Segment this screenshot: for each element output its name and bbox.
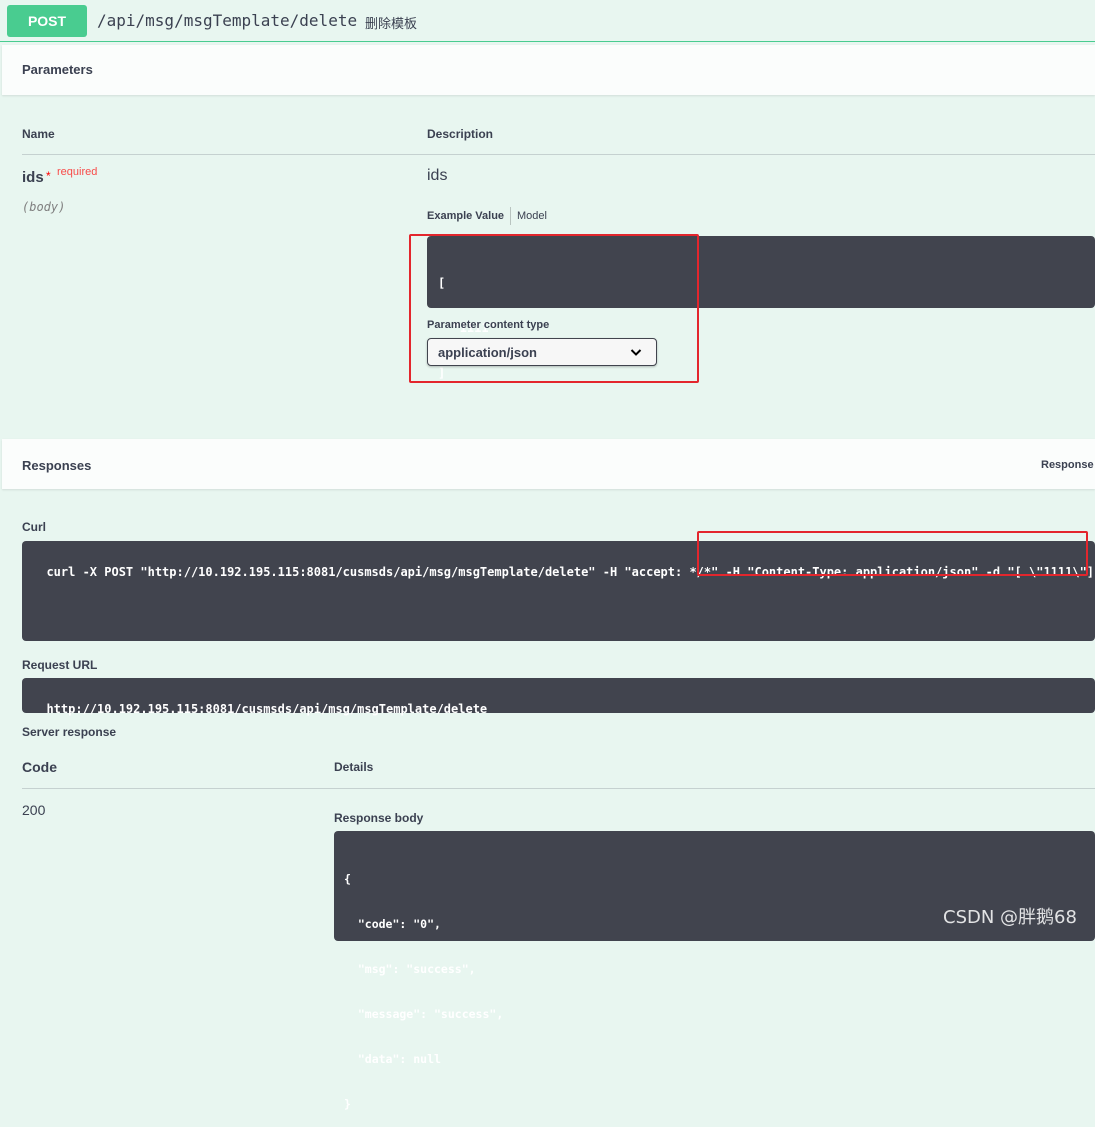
operation-summary[interactable]: POST /api/msg/msgTemplate/delete 删除模板 — [0, 0, 1095, 42]
highlight-box-example — [409, 234, 699, 383]
curl-label: Curl — [22, 520, 46, 534]
watermark: CSDN @胖鹅68 — [943, 907, 1077, 928]
responses-title: Responses — [22, 458, 92, 473]
param-name: ids — [22, 169, 44, 186]
response-content-type-label: Response c — [1041, 459, 1095, 471]
divider — [22, 788, 1095, 789]
parameters-title: Parameters — [22, 62, 93, 77]
operation-description: 删除模板 — [365, 17, 418, 32]
response-line: { — [344, 872, 351, 886]
col-code: Code — [22, 759, 57, 775]
divider — [22, 154, 1095, 155]
col-name: Name — [22, 127, 55, 141]
response-body-label: Response body — [334, 811, 424, 825]
responses-header: Responses Response c — [2, 439, 1095, 489]
param-location: (body) — [22, 200, 66, 214]
required-label: required — [57, 166, 98, 178]
operation-path: /api/msg/msgTemplate/delete — [97, 11, 358, 30]
tab-model[interactable]: Model — [517, 210, 547, 222]
highlight-box-curl — [697, 531, 1088, 576]
tab-example-value[interactable]: Example Value — [427, 210, 504, 222]
response-line: "data": null — [344, 1052, 441, 1066]
response-line: } — [344, 1097, 351, 1111]
col-description: Description — [427, 127, 494, 141]
response-line: "msg": "success", — [344, 962, 476, 976]
request-url-code: http://10.192.195.115:8081/cusmsds/api/m… — [22, 678, 1095, 716]
param-description: ids — [427, 167, 448, 184]
request-url: http://10.192.195.115:8081/cusmsds/api/m… — [46, 702, 488, 716]
response-line: "message": "success", — [344, 1007, 504, 1021]
col-details: Details — [334, 760, 374, 774]
parameters-header: Parameters — [2, 45, 1095, 95]
tab-divider — [510, 207, 511, 225]
response-code: 200 — [22, 802, 46, 818]
server-response-label: Server response — [22, 725, 117, 739]
request-url-label: Request URL — [22, 658, 98, 672]
method-badge: POST — [7, 5, 87, 37]
required-star: * — [46, 169, 51, 183]
